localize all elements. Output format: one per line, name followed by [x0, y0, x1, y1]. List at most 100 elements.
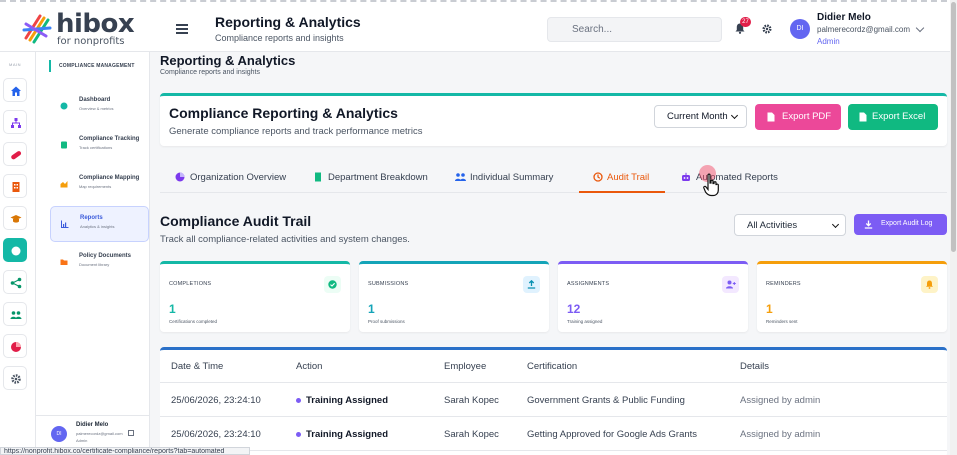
hero-subtitle: Generate compliance reports and track pe… — [169, 126, 423, 137]
user-email: palmerecordz@gmail.com — [817, 25, 911, 34]
stat-card-reminders: REMINDERS 1 Reminders sent — [757, 261, 947, 332]
rail-compliance-button[interactable] — [3, 238, 27, 262]
main-content: Reporting & Analytics Compliance reports… — [150, 52, 957, 455]
sidebar-item-label: Compliance Mapping — [79, 175, 140, 181]
sidebar-section-title: COMPLIANCE MANAGEMENT — [49, 60, 149, 72]
tab-label: Department Breakdown — [328, 172, 428, 183]
chevron-down-icon[interactable] — [915, 23, 925, 33]
tab-label: Individual Summary — [470, 172, 554, 183]
cell-employee: Sarah Kopec — [444, 429, 499, 440]
stat-card-submissions: SUBMISSIONS 1 Proof submissions — [359, 261, 549, 332]
audit-trail-title: Compliance Audit Trail — [160, 213, 312, 229]
org-chart-icon — [11, 118, 21, 128]
stat-label: SUBMISSIONS — [368, 281, 409, 287]
building-icon — [315, 172, 321, 182]
scrollbar-thumb[interactable] — [951, 2, 956, 252]
tab-individual-summary[interactable]: Individual Summary — [455, 160, 570, 193]
rail-home-button[interactable] — [3, 78, 27, 102]
export-audit-log-button[interactable]: Export Audit Log — [854, 214, 947, 235]
stat-label: REMINDERS — [766, 281, 801, 287]
badge-icon — [11, 246, 21, 256]
sidebar-user-name: Didier Melo — [76, 422, 109, 428]
tab-department-breakdown[interactable]: Department Breakdown — [313, 160, 438, 193]
stat-value: 1 — [169, 302, 176, 316]
export-pdf-button[interactable]: Export PDF — [755, 104, 841, 130]
column-header-certification: Certification — [527, 361, 578, 372]
icon-rail: MAIN — [0, 52, 36, 455]
user-role: Admin — [817, 37, 840, 46]
sidebar-item-reports[interactable]: Reports Analytics & insights — [50, 206, 149, 242]
rail-building-button[interactable] — [3, 174, 27, 198]
sidebar-item-policy-documents[interactable]: Policy Documents Document library — [50, 245, 149, 281]
avatar: DI — [51, 426, 67, 442]
rail-reports-button[interactable] — [3, 334, 27, 358]
check-circle-icon — [324, 276, 341, 293]
logo-mark-icon — [22, 14, 52, 44]
rail-pill-button[interactable] — [3, 142, 27, 166]
history-icon — [593, 172, 603, 182]
page-title: Reporting & Analytics — [160, 53, 296, 68]
audit-table: Date & Time Action Employee Certificatio… — [160, 347, 947, 455]
rail-label: MAIN — [9, 62, 21, 67]
export-excel-button[interactable]: Export Excel — [848, 104, 938, 130]
export-audit-log-label: Export Audit Log — [881, 220, 933, 227]
stat-description: Training assigned — [567, 319, 603, 324]
stat-value: 1 — [766, 302, 773, 316]
cell-action: Training Assigned — [296, 429, 388, 440]
sidebar-item-label: Dashboard — [79, 97, 111, 103]
tab-label: Audit Trail — [607, 172, 650, 183]
reporting-hero-card: Compliance Reporting & Analytics Generat… — [160, 93, 947, 146]
sidebar-item-compliance-mapping[interactable]: Compliance Mapping Map requirements — [50, 167, 149, 203]
stat-label: COMPLETIONS — [169, 281, 212, 287]
file-excel-icon — [859, 112, 867, 122]
sidebar-item-sublabel: Overview & metrics — [79, 106, 114, 111]
stat-description: Proof submissions — [368, 319, 405, 324]
header-title: Reporting & Analytics — [215, 14, 361, 30]
sidebar: COMPLIANCE MANAGEMENT Dashboard Overview… — [36, 52, 150, 455]
chart-icon — [60, 181, 68, 188]
cell-certification: Getting Approved for Google Ads Grants — [527, 429, 698, 440]
period-select[interactable]: Current Month — [654, 105, 747, 128]
tab-organization-overview[interactable]: Organization Overview — [175, 160, 305, 193]
tab-automated-reports[interactable]: Automated Reports — [681, 160, 791, 193]
rail-network-button[interactable] — [3, 270, 27, 294]
cell-details: Assigned by admin — [740, 395, 821, 406]
cell-details: Assigned by admin — [740, 429, 821, 440]
stat-description: Certifications completed — [169, 319, 218, 324]
report-tabs: Organization Overview Department Breakdo… — [160, 160, 947, 193]
menu-icon[interactable] — [176, 24, 188, 34]
header-subtitle: Compliance reports and insights — [215, 33, 344, 43]
rail-users-button[interactable] — [3, 302, 27, 326]
sidebar-item-dashboard[interactable]: Dashboard Overview & metrics — [50, 89, 149, 125]
graduation-cap-icon — [10, 215, 22, 223]
table-row[interactable]: 25/06/2026, 23:24:10 Training Assigned S… — [160, 383, 947, 417]
column-header-details: Details — [740, 361, 770, 372]
cell-certification: Government Grants & Public Funding — [527, 395, 685, 406]
sidebar-item-compliance-tracking[interactable]: Compliance Tracking Track certifications — [50, 128, 149, 164]
stat-value: 12 — [567, 302, 581, 316]
cell-datetime: 25/06/2026, 23:24:10 — [171, 395, 261, 406]
sidebar-item-sublabel: Analytics & insights — [80, 224, 115, 229]
tab-audit-trail[interactable]: Audit Trail — [579, 160, 665, 193]
pie-chart-icon — [175, 172, 185, 182]
gear-icon[interactable] — [762, 24, 772, 34]
sidebar-item-sublabel: Document library — [79, 262, 110, 267]
users-icon — [455, 173, 466, 181]
activity-filter-select[interactable]: All Activities — [734, 214, 846, 236]
brand-tagline: for nonprofits — [57, 36, 125, 47]
rail-org-button[interactable] — [3, 110, 27, 134]
hibox-logo[interactable]: hibox for nonprofits — [22, 9, 150, 47]
column-header-action: Action — [296, 361, 323, 372]
bar-chart-icon — [61, 220, 69, 228]
rail-settings-button[interactable] — [3, 366, 27, 390]
brand-name: hibox — [56, 9, 135, 39]
tab-label: Organization Overview — [190, 172, 287, 183]
avatar[interactable]: DI — [790, 19, 810, 39]
notification-badge: 27 — [740, 17, 751, 27]
table-row[interactable]: 25/06/2026, 23:24:10 Training Assigned S… — [160, 417, 947, 451]
download-icon — [864, 220, 873, 229]
cell-employee: Sarah Kopec — [444, 395, 499, 406]
search-input[interactable]: Search... — [547, 17, 722, 42]
rail-education-button[interactable] — [3, 206, 27, 230]
external-link-icon[interactable] — [128, 430, 134, 436]
